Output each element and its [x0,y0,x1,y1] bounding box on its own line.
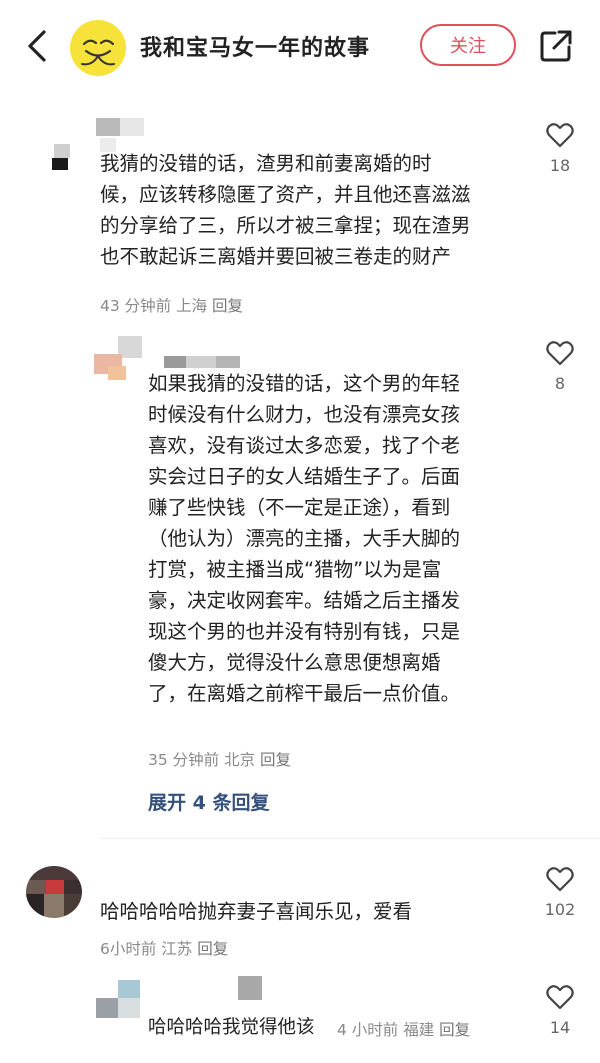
comment-meta: 6小时前 江苏 回复 [100,940,229,958]
comment-text: 哈哈哈哈哈抛弃妻子喜闻乐见，爱看 [100,900,413,923]
like-button[interactable]: 8 [540,340,580,393]
commenter-avatar[interactable] [26,866,82,918]
like-button[interactable]: 18 [540,122,580,175]
smiley-avatar-icon [71,21,125,75]
like-count: 8 [554,374,566,393]
like-count: 14 [549,1018,571,1037]
heart-icon [546,867,574,892]
expand-replies-button[interactable]: 展开 4 条回复 [148,788,269,815]
like-button[interactable]: 102 [540,866,580,919]
share-button[interactable] [538,28,574,64]
comment-text: 如果我猜的没错的话，这个男的年轻 时候没有什么财力，也没有漂亮女孩 喜欢，没有谈… [148,372,461,705]
back-icon [28,30,46,62]
author-avatar[interactable] [70,20,126,76]
heart-icon [546,341,574,366]
follow-button[interactable]: 关注 [420,24,516,66]
like-count: 18 [549,156,571,175]
comment-text: 我猜的没错的话，渣男和前妻离婚的时 候，应该转移隐匿了资产，并且他还喜滋滋 的分… [100,152,471,268]
reply-button[interactable]: 回复 [260,751,291,769]
heart-icon [546,123,574,148]
heart-icon [546,985,574,1010]
divider [100,838,600,839]
back-button[interactable] [22,26,54,66]
reply-button[interactable]: 回复 [197,940,228,958]
comment-text: 哈哈哈哈我觉得他该 [148,1017,315,1038]
bottom-fade [0,1040,600,1063]
reply-button[interactable]: 回复 [212,297,243,315]
comment-meta: 35 分钟前 北京 回复 [148,751,292,769]
reply-button[interactable]: 回复 [439,1021,470,1039]
comment-meta: 43 分钟前 上海 回复 [100,297,244,315]
top-bar: 我和宝马女一年的故事 关注 [0,0,600,92]
share-icon [540,30,572,62]
comment-meta: 4 小时前 福建 回复 [337,1021,471,1039]
page-title: 我和宝马女一年的故事 [140,36,371,61]
like-count: 102 [544,900,576,919]
like-button[interactable]: 14 [540,984,580,1037]
